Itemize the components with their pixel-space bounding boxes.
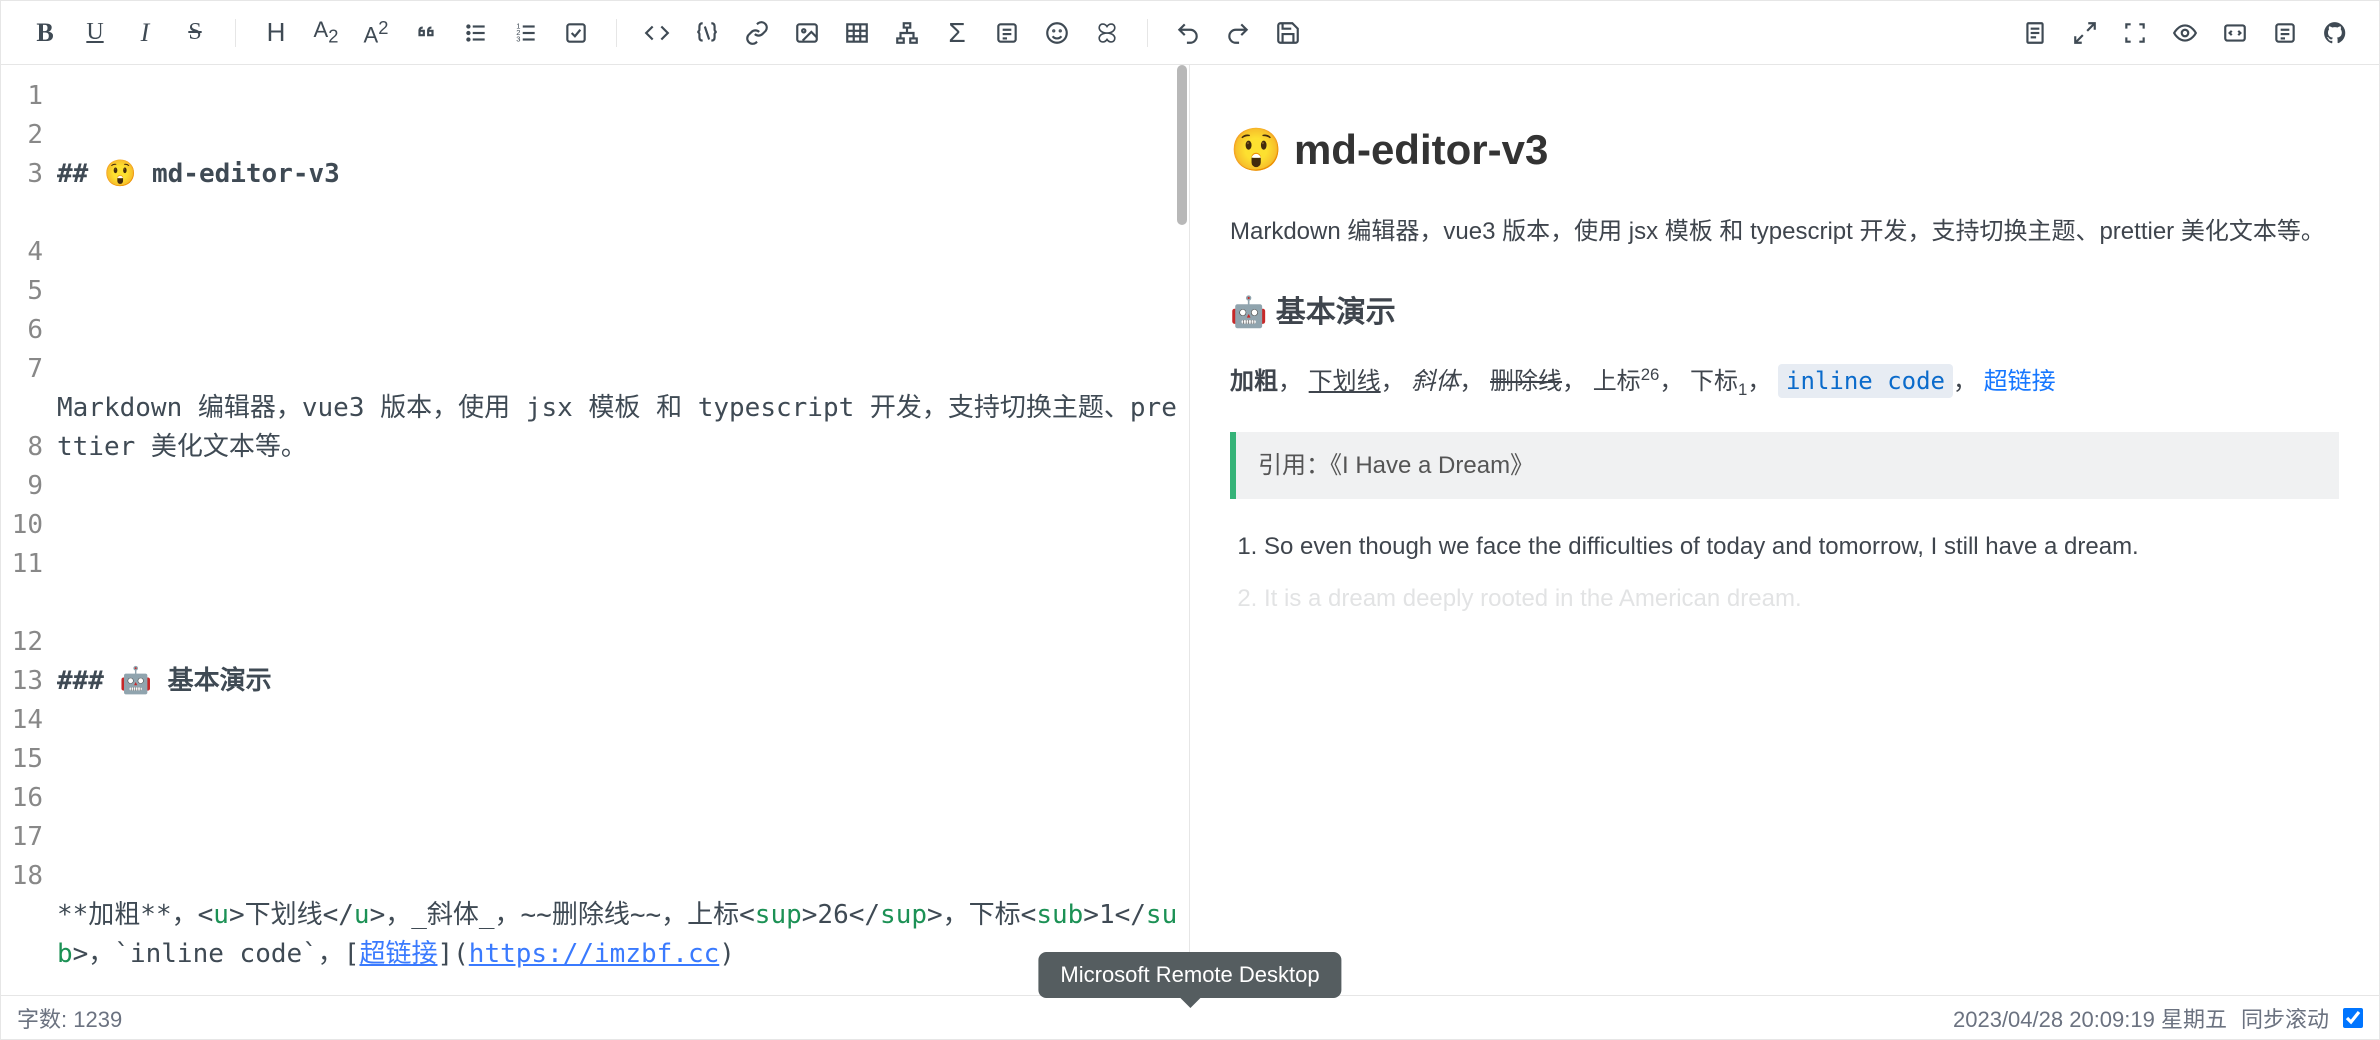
sync-scroll-checkbox[interactable] [2343, 1008, 2363, 1028]
word-count: 字数: 1239 [17, 1002, 122, 1034]
svg-text:3: 3 [516, 34, 520, 43]
preview-button[interactable] [2165, 13, 2205, 53]
image-icon [794, 20, 820, 46]
inline-code: inline code [1778, 364, 1953, 398]
link-icon [744, 20, 770, 46]
italic-icon: I [141, 18, 150, 48]
superscript-icon: A2 [364, 17, 389, 48]
underline-icon: U [86, 19, 103, 46]
scrollbar-thumb[interactable] [1177, 65, 1187, 225]
link-button[interactable] [737, 13, 777, 53]
ul-button[interactable] [456, 13, 496, 53]
list-item: So even though we face the difficulties … [1264, 527, 2339, 567]
preview-only-button[interactable] [2015, 13, 2055, 53]
expand-icon [2072, 20, 2098, 46]
task-icon [563, 20, 589, 46]
preview-inline-demo: 加粗， 下划线， 斜体， 删除线， 上标26， 下标1， inline code… [1230, 361, 2339, 404]
ul-icon [463, 20, 489, 46]
preview-blockquote: 引用：《I Have a Dream》 [1230, 432, 2339, 500]
table-icon [844, 20, 870, 46]
emoji-button[interactable] [1037, 13, 1077, 53]
page-icon [2022, 20, 2048, 46]
editor-scrollbar[interactable] [1175, 65, 1189, 995]
sigma-icon: Σ [948, 17, 965, 49]
task-button[interactable] [556, 13, 596, 53]
remote-desktop-tooltip: Microsoft Remote Desktop [1038, 952, 1341, 998]
toolbar-divider [235, 19, 236, 47]
html-icon [2222, 20, 2248, 46]
toolbar-right [2015, 13, 2355, 53]
quote-icon [413, 20, 439, 46]
toolbar-divider [1147, 19, 1148, 47]
code-button[interactable] [637, 13, 677, 53]
save-button[interactable] [1268, 13, 1308, 53]
quote-button[interactable] [406, 13, 446, 53]
strike-icon: S [188, 19, 201, 46]
preview-link[interactable]: 超链接 [1984, 368, 2056, 395]
eye-icon [2172, 20, 2198, 46]
heading-icon: H [267, 17, 286, 48]
undo-button[interactable] [1168, 13, 1208, 53]
table-button[interactable] [837, 13, 877, 53]
md-editor: B U I S H A2 A2 123 Σ [0, 0, 2380, 1040]
toolbar: B U I S H A2 A2 123 Σ [1, 1, 2379, 65]
list-item: It is a dream deeply rooted in the Ameri… [1264, 579, 2339, 619]
ol-button[interactable]: 123 [506, 13, 546, 53]
preview-pane[interactable]: 😲 md-editor-v3 Markdown 编辑器，vue3 版本，使用 j… [1190, 65, 2379, 995]
catalog-icon [2272, 20, 2298, 46]
subscript-button[interactable]: A2 [306, 13, 346, 53]
editor-pane[interactable]: 1 2 3 4 5 6 7 8 9 10 11 12 13 14 15 16 1… [1, 65, 1190, 995]
preview-h2: 😲 md-editor-v3 [1230, 115, 2339, 184]
image-button[interactable] [787, 13, 827, 53]
italic-button[interactable]: I [125, 13, 165, 53]
codeblock-button[interactable] [687, 13, 727, 53]
bold-icon: B [36, 18, 53, 48]
emoji-icon [1044, 20, 1070, 46]
footer-datetime: 2023/04/28 20:09:19 星期五 [1953, 1002, 2227, 1034]
formula-button[interactable]: Σ [937, 13, 977, 53]
superscript-button[interactable]: A2 [356, 13, 396, 53]
toolbar-divider [616, 19, 617, 47]
strike-button[interactable]: S [175, 13, 215, 53]
toolbar-left: B U I S H A2 A2 123 Σ [25, 13, 1308, 53]
line-gutter: 1 2 3 4 5 6 7 8 9 10 11 12 13 14 15 16 1… [1, 65, 53, 995]
code-icon [644, 20, 670, 46]
subscript-icon: A2 [314, 17, 339, 47]
redo-button[interactable] [1218, 13, 1258, 53]
expand-button[interactable] [2065, 13, 2105, 53]
fullscreen-icon [2122, 20, 2148, 46]
github-icon [2322, 20, 2348, 46]
mermaid-button[interactable] [887, 13, 927, 53]
mark-button[interactable] [1087, 13, 1127, 53]
preview-intro: Markdown 编辑器，vue3 版本，使用 jsx 模板 和 typescr… [1230, 212, 2339, 252]
mermaid-icon [894, 20, 920, 46]
undo-icon [1175, 20, 1201, 46]
braces-icon [694, 20, 720, 46]
code-content[interactable]: ## 😲 md-editor-v3 Markdown 编辑器，vue3 版本，使… [53, 65, 1189, 995]
html-preview-button[interactable] [2215, 13, 2255, 53]
form-icon [994, 20, 1020, 46]
heading-button[interactable]: H [256, 13, 296, 53]
preview-ol: So even though we face the difficulties … [1264, 527, 2339, 618]
ol-icon: 123 [513, 20, 539, 46]
preview-h3: 🤖 基本演示 [1230, 288, 2339, 338]
github-button[interactable] [2315, 13, 2355, 53]
redo-icon [1225, 20, 1251, 46]
catalog-button[interactable] [2265, 13, 2305, 53]
fullscreen-button[interactable] [2115, 13, 2155, 53]
bold-button[interactable]: B [25, 13, 65, 53]
underline-button[interactable]: U [75, 13, 115, 53]
form-button[interactable] [987, 13, 1027, 53]
save-icon [1275, 20, 1301, 46]
sync-scroll-label: 同步滚动 [2241, 1002, 2329, 1034]
butterfly-icon [1094, 20, 1120, 46]
editor-body: 1 2 3 4 5 6 7 8 9 10 11 12 13 14 15 16 1… [1, 65, 2379, 995]
